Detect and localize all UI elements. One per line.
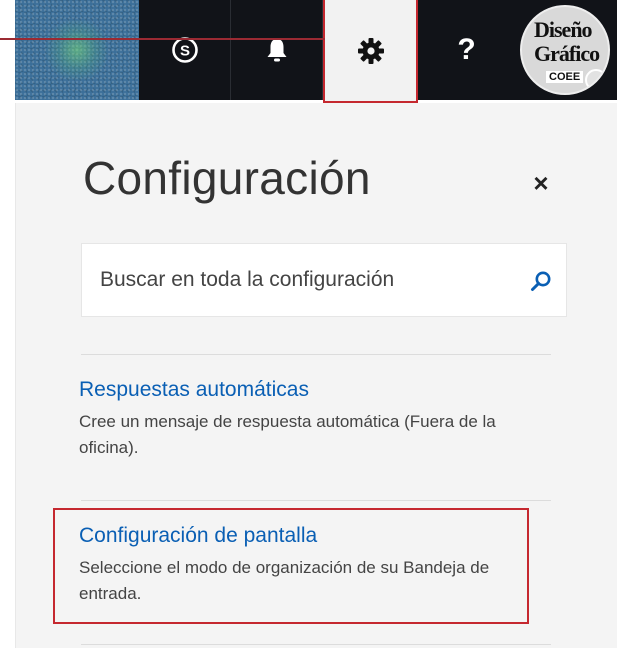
setting-item-automatic-replies: Respuestas automáticas Cree un mensaje d… bbox=[79, 378, 539, 461]
display-settings-description: Seleccione el modo de organización de su… bbox=[79, 558, 490, 603]
tile-glow bbox=[42, 20, 112, 80]
divider bbox=[81, 500, 551, 501]
close-button[interactable]: × bbox=[529, 168, 553, 198]
automatic-replies-description: Cree un mensaje de respuesta automática … bbox=[79, 412, 496, 457]
display-settings-link[interactable]: Configuración de pantalla bbox=[79, 524, 539, 548]
settings-panel: Configuración × Respuestas automáticas C… bbox=[15, 103, 617, 648]
avatar-logo-line3: COEE bbox=[546, 71, 584, 83]
help-button[interactable]: ? bbox=[420, 0, 513, 100]
app-tile-pattern bbox=[15, 0, 139, 100]
search-icon[interactable] bbox=[530, 270, 552, 292]
search-box bbox=[81, 243, 567, 317]
panel-title: Configuración bbox=[83, 152, 371, 204]
avatar: Diseño Gráfico COEE bbox=[520, 5, 610, 95]
notifications-button[interactable] bbox=[231, 0, 323, 100]
automatic-replies-link[interactable]: Respuestas automáticas bbox=[79, 378, 539, 402]
setting-item-display-settings: Configuración de pantalla Seleccione el … bbox=[79, 524, 539, 607]
bell-icon bbox=[267, 39, 286, 62]
avatar-logo-line1: Diseño bbox=[534, 17, 593, 42]
question-mark-icon: ? bbox=[457, 33, 476, 66]
presence-ring-icon bbox=[585, 69, 607, 91]
skype-button[interactable]: S bbox=[139, 0, 231, 100]
callout-line bbox=[0, 38, 325, 40]
gear-icon bbox=[357, 37, 384, 64]
user-avatar-button[interactable]: Diseño Gráfico COEE bbox=[513, 0, 617, 100]
settings-search-input[interactable] bbox=[82, 244, 512, 316]
panel-edge bbox=[15, 103, 16, 648]
svg-text:S: S bbox=[179, 43, 189, 60]
skype-icon: S bbox=[171, 37, 198, 63]
avatar-logo-line2: Gráfico bbox=[534, 41, 600, 66]
top-bar: S ? Diseño Gráfico COEE bbox=[0, 0, 617, 103]
divider bbox=[81, 644, 551, 645]
close-icon: × bbox=[533, 168, 549, 198]
divider bbox=[81, 354, 551, 355]
settings-button[interactable] bbox=[323, 0, 418, 103]
